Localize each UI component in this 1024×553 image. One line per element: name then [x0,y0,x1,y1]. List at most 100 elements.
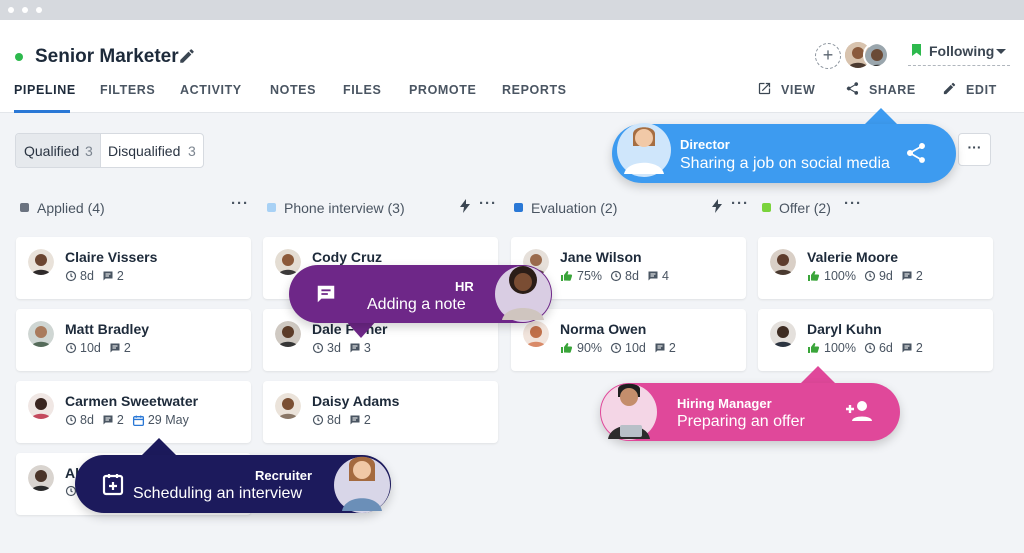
clock-icon [312,414,324,426]
callout-pointer [141,438,177,456]
following-label: Following [929,43,995,59]
clock-icon [864,270,876,282]
calendar-icon [132,415,144,426]
clock-icon [65,270,77,282]
hr-callout: HR Adding a note [289,265,552,323]
tab-pipeline[interactable]: PIPELINE [14,83,76,97]
share-icon [846,82,859,95]
recruiter-person-photo [334,456,390,513]
candidate-card[interactable]: Valerie Moore 100% 9d 2 [758,237,993,299]
candidate-name: Daryl Kuhn [807,321,882,337]
tab-filters[interactable]: FILTERS [100,83,155,97]
callout-pointer [800,366,836,384]
callout-text: Preparing an offer [677,413,805,430]
comment-icon [350,415,360,425]
comment-count: 2 [363,413,371,427]
callout-role: Recruiter [255,468,313,483]
candidate-meta: 3d 3 [312,341,379,355]
qualified-count: 3 [85,143,93,159]
candidate-name: Claire Vissers [65,249,158,265]
tab-notes[interactable]: NOTES [270,83,316,97]
candidate-meta: 75% 8d 4 [560,269,677,283]
callout-text: Adding a note [367,296,466,313]
disqualified-count: 3 [188,143,196,159]
clock-icon [864,342,876,354]
candidate-avatar [28,465,54,491]
candidate-name: Jane Wilson [560,249,642,265]
automation-bolt-icon[interactable] [712,199,722,213]
follower-avatar[interactable] [863,42,889,68]
column-menu-button[interactable]: ··· [479,195,497,212]
hiring-manager-callout: Hiring Manager Preparing an offer [600,383,900,441]
candidate-card[interactable]: Matt Bradley 10d 2 [16,309,251,371]
days-in-stage: 3d [327,341,341,355]
note-icon [317,285,335,303]
share-button[interactable]: SHARE [846,82,916,97]
column-menu-button[interactable]: ··· [231,195,249,212]
column-menu-button[interactable]: ··· [731,195,749,212]
more-options-button[interactable]: ··· [958,133,991,166]
thumbs-up-icon [561,271,573,281]
thumbs-up-icon [808,271,820,281]
interview-date: 29 May [147,413,189,427]
comment-count: 2 [915,341,923,355]
automation-bolt-icon[interactable] [460,199,470,213]
active-tab-indicator [14,110,70,113]
candidate-meta: 8d 2 29 May [65,413,197,427]
candidate-card[interactable]: Carmen Sweetwater 8d 2 29 May [16,381,251,443]
view-button[interactable]: VIEW [758,82,815,97]
comment-count: 2 [668,341,676,355]
recruiter-callout: Recruiter Scheduling an interview [75,455,391,513]
following-dropdown[interactable]: Following [908,40,1010,66]
column-menu-button[interactable]: ··· [844,195,862,212]
candidate-avatar [28,321,54,347]
comment-icon [902,343,912,353]
tab-reports[interactable]: REPORTS [502,83,567,97]
candidate-card[interactable]: Claire Vissers 8d 2 [16,237,251,299]
clock-icon [312,342,324,354]
comment-count: 2 [116,413,124,427]
candidate-avatar [770,249,796,275]
candidate-avatar [28,393,54,419]
evaluation-score: 90% [577,341,603,355]
thumbs-up-icon [561,343,573,353]
comment-count: 4 [661,269,669,283]
tab-files[interactable]: FILES [343,83,381,97]
comment-count: 2 [116,269,124,283]
column-title: Evaluation (2) [531,200,618,216]
disqualified-label[interactable]: Disqualified [108,143,180,159]
external-link-icon [758,82,771,95]
hr-person-photo [495,266,551,322]
candidate-card[interactable]: Daryl Kuhn 100% 6d 2 [758,309,993,371]
add-follower-button[interactable]: + [815,43,841,69]
comment-icon [350,343,360,353]
thumbs-up-icon [808,343,820,353]
candidate-meta: 8d 2 [65,269,132,283]
candidate-meta: 100% 9d 2 [807,269,931,283]
comment-icon [103,415,113,425]
column-color-square [762,203,771,212]
qualified-label[interactable]: Qualified [24,143,79,159]
comment-icon [655,343,665,353]
days-in-stage: 8d [327,413,341,427]
candidate-meta: 90% 10d 2 [560,341,684,355]
candidate-name: Cody Cruz [312,249,382,265]
evaluation-score: 75% [577,269,603,283]
add-person-icon [846,401,872,421]
candidate-card[interactable]: Daisy Adams 8d 2 [263,381,498,443]
add-calendar-icon [102,474,124,496]
edit-button[interactable]: EDIT [943,82,997,97]
days-in-stage: 10d [80,341,101,355]
column-title: Offer (2) [779,200,831,216]
window-dot [22,7,28,13]
edit-title-pencil-icon[interactable] [178,47,196,65]
tab-promote[interactable]: PROMOTE [409,83,476,97]
hiring-manager-person-photo [601,383,657,440]
candidate-name: Daisy Adams [312,393,400,409]
days-in-stage: 9d [878,269,893,283]
comment-icon [648,271,658,281]
tab-activity[interactable]: ACTIVITY [180,83,242,97]
days-in-stage: 8d [80,413,94,427]
clock-icon [610,270,622,282]
column-title: Phone interview (3) [284,200,405,216]
